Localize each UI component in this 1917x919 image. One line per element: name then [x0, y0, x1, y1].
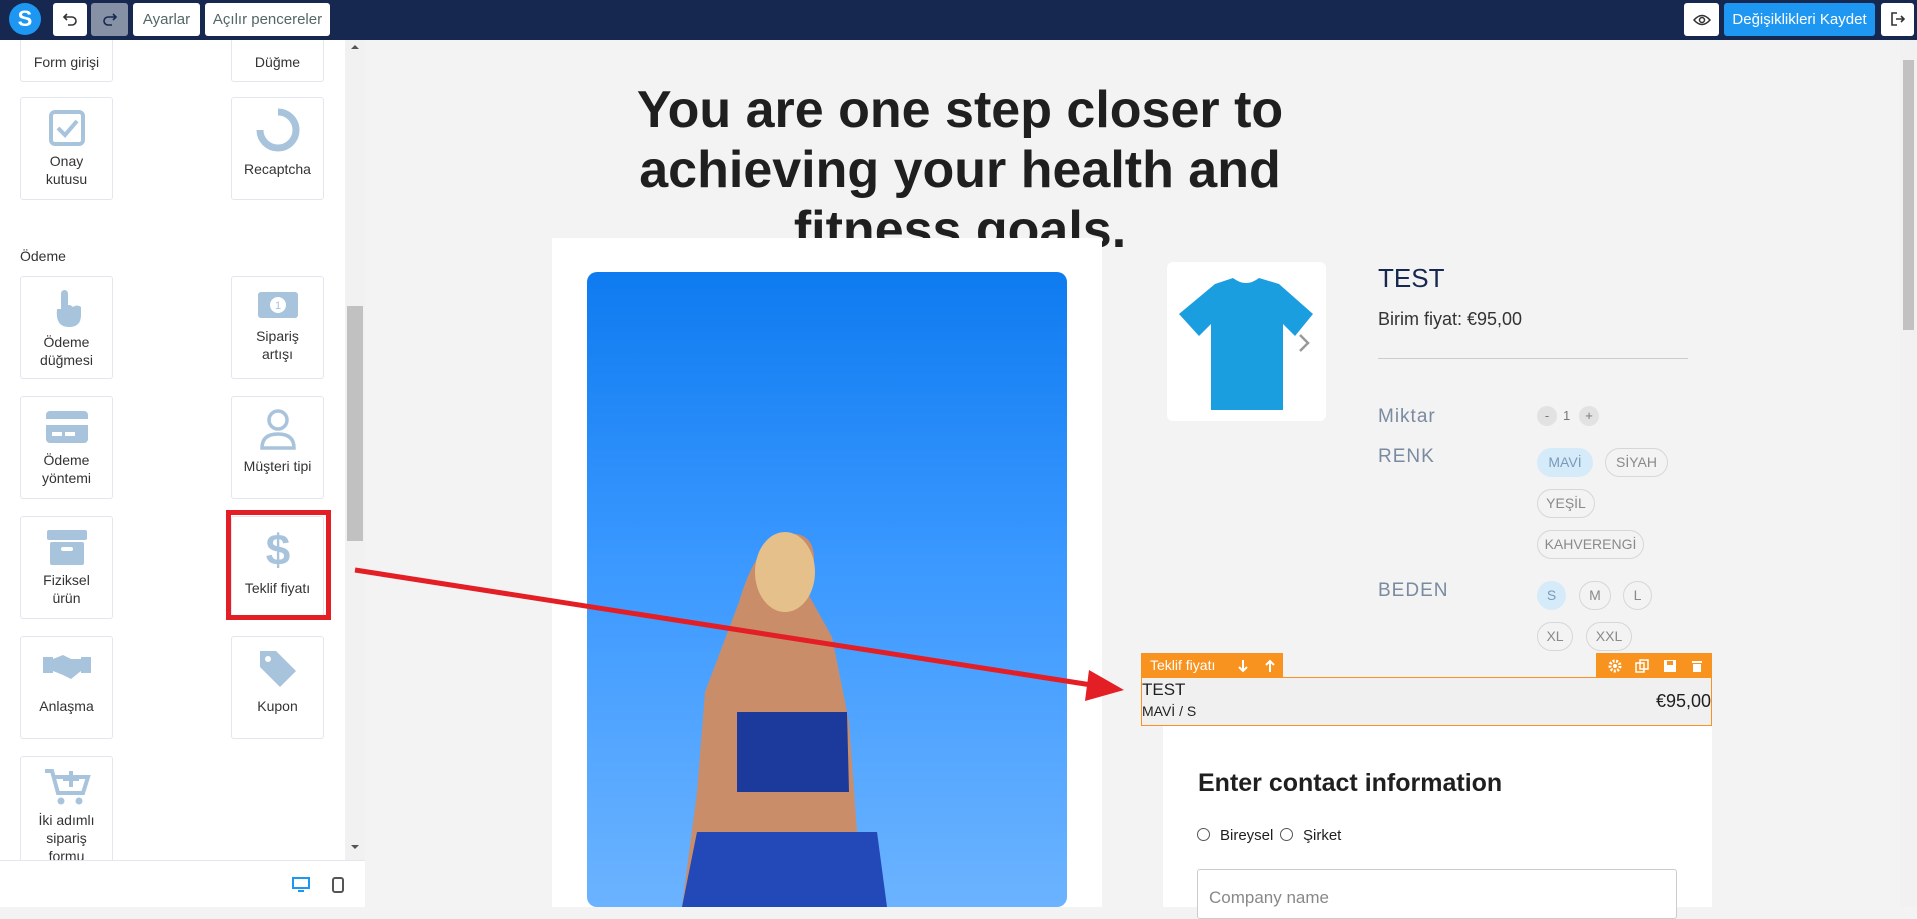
- highlight-box: [226, 510, 331, 620]
- size-option-xxl[interactable]: XXL: [1586, 622, 1632, 651]
- arrow-down-icon[interactable]: [1236, 659, 1250, 673]
- size-option-xl[interactable]: XL: [1537, 622, 1573, 651]
- canvas-scroll-thumb[interactable]: [1903, 60, 1914, 330]
- element-type-label: Teklif fiyatı: [1150, 657, 1216, 673]
- element-label: Kupon: [257, 698, 298, 714]
- element-physical-product[interactable]: Fiziksel ürün: [20, 516, 113, 619]
- element-label: Form girişi: [33, 54, 100, 70]
- offer-variant: MAVİ / S: [1142, 703, 1197, 719]
- pointer-hand-icon: [56, 290, 81, 327]
- radio-company-label: Şirket: [1303, 827, 1342, 844]
- sidebar-scroll-thumb[interactable]: [347, 306, 363, 541]
- element-order-bump[interactable]: 1 Sipariş artışı: [231, 276, 324, 379]
- logout-icon: [1890, 12, 1905, 26]
- offer-price: €95,00: [1655, 691, 1711, 711]
- handshake-icon: [42, 655, 91, 679]
- color-option-brown[interactable]: KAHVERENGİ: [1537, 530, 1644, 559]
- color-option-black[interactable]: SİYAH: [1605, 448, 1668, 477]
- undo-button[interactable]: [53, 3, 87, 36]
- radio-individual-label: Bireysel: [1220, 827, 1274, 844]
- element-payment-button[interactable]: Ödeme düğmesi: [20, 276, 113, 379]
- size-label: BEDEN: [1378, 580, 1449, 601]
- quantity-label: Miktar: [1378, 406, 1436, 427]
- element-label: Müşteri tipi: [243, 458, 312, 474]
- product-thumbnail[interactable]: [1167, 262, 1326, 421]
- mobile-icon[interactable]: [332, 877, 344, 893]
- size-option-m[interactable]: M: [1579, 581, 1611, 610]
- user-icon: [259, 409, 296, 450]
- element-label: Düğme: [254, 54, 301, 70]
- product-title: TEST: [1378, 263, 1445, 293]
- product-unit-price: Birim fiyat: €95,00: [1378, 309, 1523, 329]
- device-switcher: [0, 860, 365, 907]
- element-button[interactable]: Düğme: [231, 40, 324, 82]
- color-option-blue[interactable]: MAVİ: [1537, 448, 1593, 477]
- exit-button[interactable]: [1881, 3, 1914, 36]
- divider: [1378, 358, 1688, 359]
- tags-icon: [259, 651, 296, 687]
- element-label: Anlaşma: [39, 698, 94, 714]
- offer-product-name: TEST: [1142, 680, 1186, 699]
- svg-text:1: 1: [274, 300, 280, 312]
- page-headline[interactable]: You are one step closer to achieving you…: [0, 80, 1900, 260]
- company-name-input[interactable]: Company name: [1197, 869, 1677, 919]
- desktop-icon[interactable]: [292, 877, 310, 893]
- element-label: Fiziksel ürün: [43, 572, 90, 606]
- settings-button[interactable]: Ayarlar: [133, 3, 200, 36]
- element-coupon[interactable]: Kupon: [231, 636, 324, 739]
- element-label: İki adımlı sipariş formu: [38, 812, 95, 860]
- offer-element-actions: [1596, 653, 1712, 678]
- element-payment-method[interactable]: Ödeme yöntemi: [20, 396, 113, 499]
- eye-icon: [1692, 14, 1711, 26]
- cart-plus-icon: [44, 769, 91, 805]
- chevron-right-icon[interactable]: [1297, 332, 1311, 354]
- quantity-decrease-button[interactable]: -: [1537, 406, 1557, 426]
- element-customer-type[interactable]: Müşteri tipi: [231, 396, 324, 499]
- credit-card-icon: [45, 411, 88, 443]
- offer-price-element-toolbar[interactable]: Teklif fiyatı: [1141, 653, 1283, 678]
- save-icon[interactable]: [1663, 659, 1677, 673]
- element-form-input[interactable]: Form girişi: [20, 40, 113, 82]
- size-option-s[interactable]: S: [1537, 581, 1566, 610]
- quantity-increase-button[interactable]: +: [1579, 406, 1599, 426]
- archive-box-icon: [46, 530, 87, 565]
- banknote-icon: 1: [257, 292, 298, 318]
- element-deal[interactable]: Anlaşma: [20, 636, 113, 739]
- element-label: Sipariş artışı: [256, 328, 299, 362]
- redo-icon: [102, 13, 117, 26]
- size-option-l[interactable]: L: [1623, 581, 1652, 610]
- color-label: RENK: [1378, 446, 1435, 467]
- element-label: Ödeme düğmesi: [40, 334, 93, 368]
- preview-button[interactable]: [1684, 3, 1719, 36]
- trash-icon[interactable]: [1690, 659, 1704, 673]
- app-logo: S: [9, 3, 41, 35]
- save-changes-button[interactable]: Değişiklikleri Kaydet: [1724, 3, 1875, 36]
- scroll-down-icon: [351, 845, 359, 849]
- scroll-up-icon: [351, 45, 359, 49]
- undo-icon: [62, 13, 77, 26]
- redo-button[interactable]: [91, 3, 128, 36]
- arrow-up-icon[interactable]: [1263, 659, 1277, 673]
- fitness-photo[interactable]: [587, 272, 1067, 907]
- quantity-value[interactable]: 1: [1563, 408, 1570, 423]
- duplicate-icon[interactable]: [1635, 659, 1649, 673]
- gear-icon[interactable]: [1608, 659, 1622, 673]
- element-label: Ödeme yöntemi: [41, 452, 92, 486]
- radio-individual[interactable]: [1197, 828, 1210, 841]
- contact-title: Enter contact information: [1198, 769, 1503, 797]
- offer-price-element[interactable]: TEST MAVİ / S €95,00: [1141, 677, 1712, 726]
- radio-company[interactable]: [1280, 828, 1293, 841]
- color-option-green[interactable]: YEŞİL: [1537, 489, 1595, 518]
- element-two-step-order-form[interactable]: İki adımlı sipariş formu: [20, 756, 113, 860]
- top-toolbar: S Ayarlar Açılır pencereler Değişiklikle…: [0, 0, 1917, 40]
- woman-figure: [682, 532, 887, 907]
- popups-button[interactable]: Açılır pencereler: [205, 3, 330, 36]
